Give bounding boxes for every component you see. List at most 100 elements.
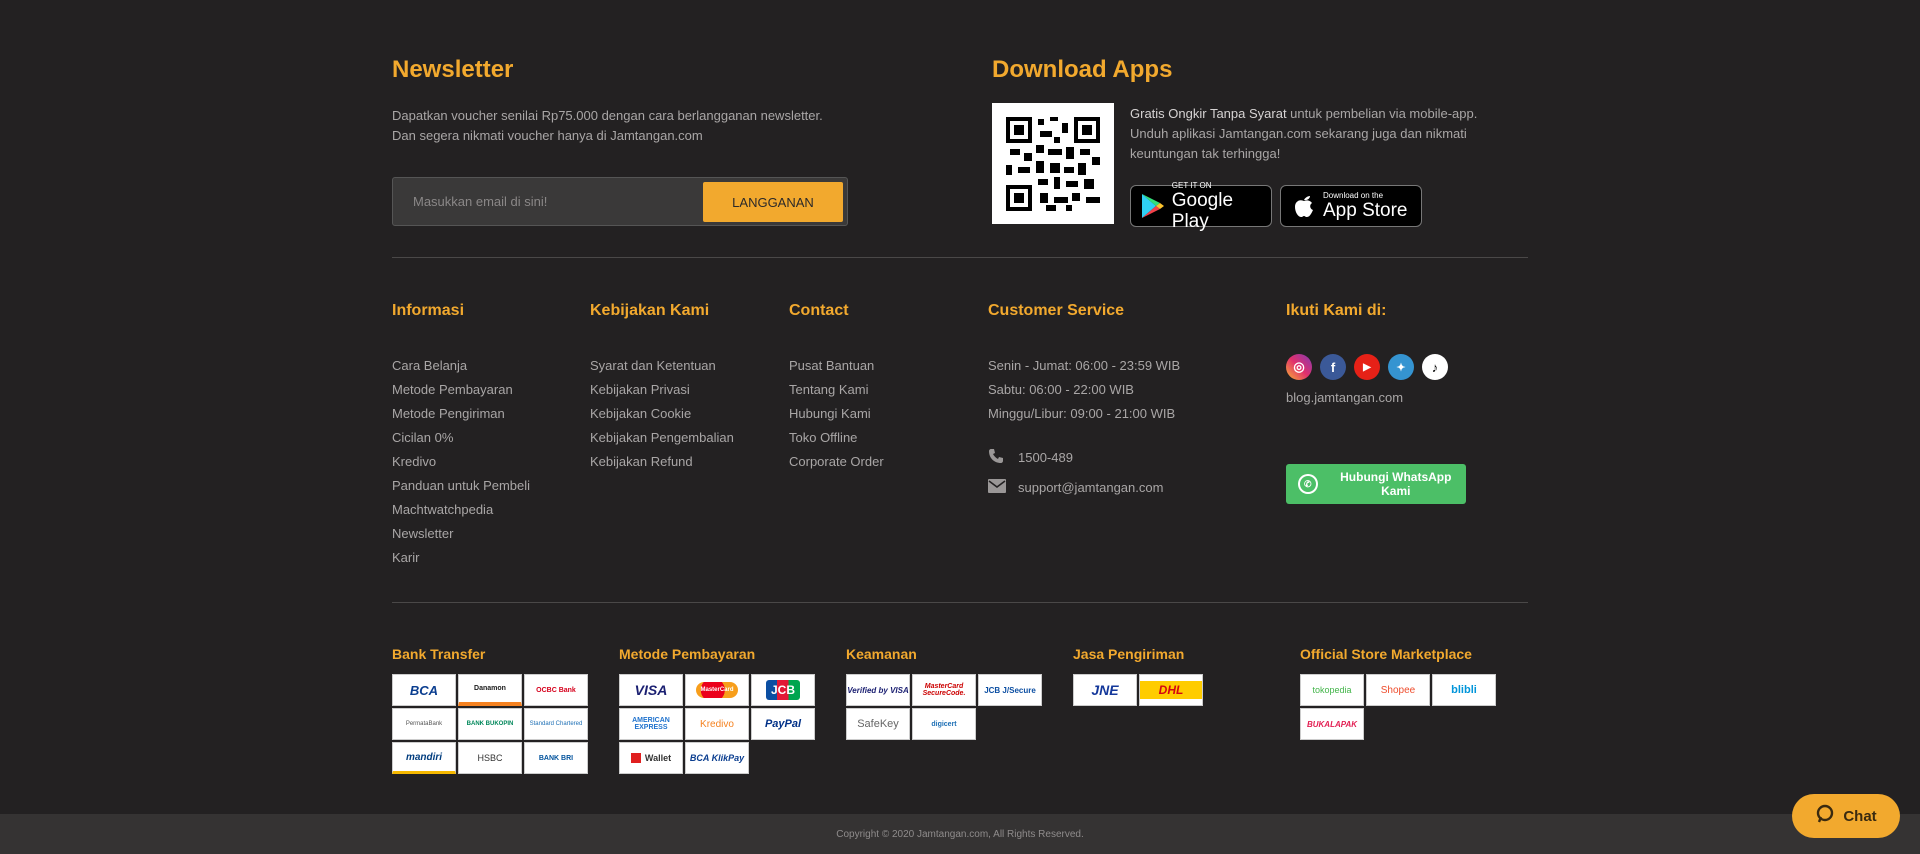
permata-logo: PermataBank [392, 708, 456, 740]
link-metode-pembayaran[interactable]: Metode Pembayaran [392, 380, 530, 404]
google-play-small: GET IT ON [1171, 180, 1212, 190]
contact-column: Contact Pusat Bantuan Tentang Kami Hubun… [789, 302, 884, 476]
link-newsletter[interactable]: Newsletter [392, 524, 530, 548]
payment-method-section: Metode Pembayaran VISA MasterCard JCB AM… [619, 646, 815, 774]
blog-link[interactable]: blog.jamtangan.com [1286, 390, 1448, 405]
google-play-button[interactable]: GET IT ON Google Play [1130, 181, 1272, 232]
link-cicilan[interactable]: Cicilan 0% [392, 428, 530, 452]
link-cookie[interactable]: Kebijakan Cookie [590, 404, 734, 428]
link-tentang-kami[interactable]: Tentang Kami [789, 380, 884, 404]
link-kredivo[interactable]: Kredivo [392, 452, 530, 476]
copyright-bar: Copyright © 2020 Jamtangan.com, All Righ… [0, 814, 1920, 854]
chat-button[interactable]: Chat [1792, 794, 1900, 838]
payment-method-title: Metode Pembayaran [619, 646, 756, 662]
shopee-logo[interactable]: Shopee [1366, 674, 1430, 706]
newsletter-text-1: Dapatkan voucher senilai Rp75.000 dengan… [392, 108, 823, 123]
cs-hours-sunday: Minggu/Libur: 09:00 - 21:00 WIB [988, 406, 1176, 421]
danamon-logo: Danamon [458, 674, 522, 706]
youtube-icon[interactable]: ▶ [1354, 354, 1380, 380]
apps-title: Download Apps [992, 56, 1173, 83]
hsbc-logo: HSBC [458, 742, 522, 774]
bank-transfer-section: Bank Transfer BCA Danamon OCBC Bank Perm… [392, 646, 588, 774]
app-store-label: App Store [1323, 200, 1408, 221]
twitter-icon[interactable]: ✦ [1388, 354, 1414, 380]
jcb-logo: JCB [751, 674, 815, 706]
phone-icon [988, 448, 1018, 467]
link-karir[interactable]: Karir [392, 548, 530, 572]
security-section: Keamanan Verified by VISA MasterCard Sec… [846, 646, 1042, 740]
follow-column: Ikuti Kami di: ◎ f ▶ ✦ ♪ blog.jamtangan.… [1286, 302, 1448, 405]
facebook-icon[interactable]: f [1320, 354, 1346, 380]
subscribe-button[interactable]: LANGGANAN [703, 182, 843, 222]
link-pengembalian[interactable]: Kebijakan Pengembalian [590, 428, 734, 452]
app-store-small: Download on the [1323, 191, 1384, 200]
link-metode-pengiriman[interactable]: Metode Pengiriman [392, 404, 530, 428]
cs-title: Customer Service [988, 302, 1125, 319]
wallet-logo: Wallet [619, 742, 683, 774]
bukalapak-logo[interactable]: BUKALAPAK [1300, 708, 1364, 740]
link-hubungi-kami[interactable]: Hubungi Kami [789, 404, 884, 428]
follow-title: Ikuti Kami di: [1286, 302, 1387, 319]
instagram-icon[interactable]: ◎ [1286, 354, 1312, 380]
link-pusat-bantuan[interactable]: Pusat Bantuan [789, 356, 884, 380]
kebijakan-title: Kebijakan Kami [590, 302, 710, 319]
cs-email[interactable]: support@jamtangan.com [988, 472, 1180, 502]
google-play-icon [1139, 194, 1168, 218]
mastercard-logo: MasterCard [685, 674, 749, 706]
divider-bottom [392, 602, 1528, 603]
mail-icon [988, 478, 1018, 496]
divider-top [392, 257, 1528, 258]
wallet-icon [630, 753, 641, 763]
bank-transfer-title: Bank Transfer [392, 646, 486, 662]
informasi-title: Informasi [392, 302, 465, 319]
kredivo-logo: Kredivo [685, 708, 749, 740]
contact-title: Contact [789, 302, 849, 319]
link-corporate-order[interactable]: Corporate Order [789, 452, 884, 476]
apps-text-1: untuk pembelian via mobile-app. [1286, 106, 1478, 121]
link-syarat[interactable]: Syarat dan Ketentuan [590, 356, 734, 380]
cs-email-address: support@jamtangan.com [1018, 479, 1164, 495]
link-toko-offline[interactable]: Toko Offline [789, 428, 884, 452]
link-panduan[interactable]: Panduan untuk Pembeli [392, 476, 530, 500]
kebijakan-column: Kebijakan Kami Syarat dan Ketentuan Kebi… [590, 302, 734, 476]
shipping-title: Jasa Pengiriman [1073, 646, 1185, 662]
cs-phone[interactable]: 1500-489 [988, 442, 1180, 472]
security-title: Keamanan [846, 646, 917, 662]
customer-service-column: Customer Service Senin - Jumat: 06:00 - … [988, 302, 1180, 502]
dhl-logo: DHL [1139, 674, 1203, 706]
cs-phone-number: 1500-489 [1018, 449, 1073, 465]
qr-code [992, 103, 1114, 224]
link-privasi[interactable]: Kebijakan Privasi [590, 380, 734, 404]
bca-klikpay-logo: BCA KlikPay [685, 742, 749, 774]
verified-by-visa-logo: Verified by VISA [846, 674, 910, 706]
bri-logo: BANK BRI [524, 742, 588, 774]
whatsapp-button[interactable]: ✆ Hubungi WhatsApp Kami [1286, 464, 1466, 504]
official-store-section: Official Store Marketplace tokopedia Sho… [1300, 646, 1496, 740]
mandiri-logo: mandiri [392, 742, 456, 774]
tokopedia-logo[interactable]: tokopedia [1300, 674, 1364, 706]
link-machtwatchpedia[interactable]: Machtwatchpedia [392, 500, 530, 524]
newsletter-section: Newsletter Dapatkan voucher senilai Rp75… [392, 56, 852, 146]
blibli-logo[interactable]: blibli [1432, 674, 1496, 706]
bukopin-logo: BANK BUKOPIN [458, 708, 522, 740]
apps-text-3: keuntungan tak terhingga! [1130, 146, 1281, 161]
tiktok-icon[interactable]: ♪ [1422, 354, 1448, 380]
whatsapp-label: Hubungi WhatsApp Kami [1340, 470, 1452, 498]
standard-chartered-logo: Standard Chartered [524, 708, 588, 740]
email-input[interactable] [393, 178, 703, 225]
app-store-button[interactable]: Download on the App Store [1280, 185, 1422, 227]
link-refund[interactable]: Kebijakan Refund [590, 452, 734, 476]
paypal-logo: PayPal [751, 708, 815, 740]
apps-highlight: Gratis Ongkir Tanpa Syarat [1130, 106, 1287, 121]
newsletter-text-2: Dan segera nikmati voucher hanya di Jamt… [392, 128, 703, 143]
shipping-section: Jasa Pengiriman JNE DHL [1073, 646, 1269, 706]
link-cara-belanja[interactable]: Cara Belanja [392, 356, 530, 380]
newsletter-title: Newsletter [392, 56, 514, 83]
safekey-logo: SafeKey [846, 708, 910, 740]
mastercard-securecode-logo: MasterCard SecureCode. [912, 674, 976, 706]
whatsapp-icon: ✆ [1298, 474, 1318, 494]
amex-logo: AMERICAN EXPRESS [619, 708, 683, 740]
visa-logo: VISA [619, 674, 683, 706]
newsletter-form: LANGGANAN [392, 177, 848, 226]
chat-icon [1815, 804, 1835, 828]
